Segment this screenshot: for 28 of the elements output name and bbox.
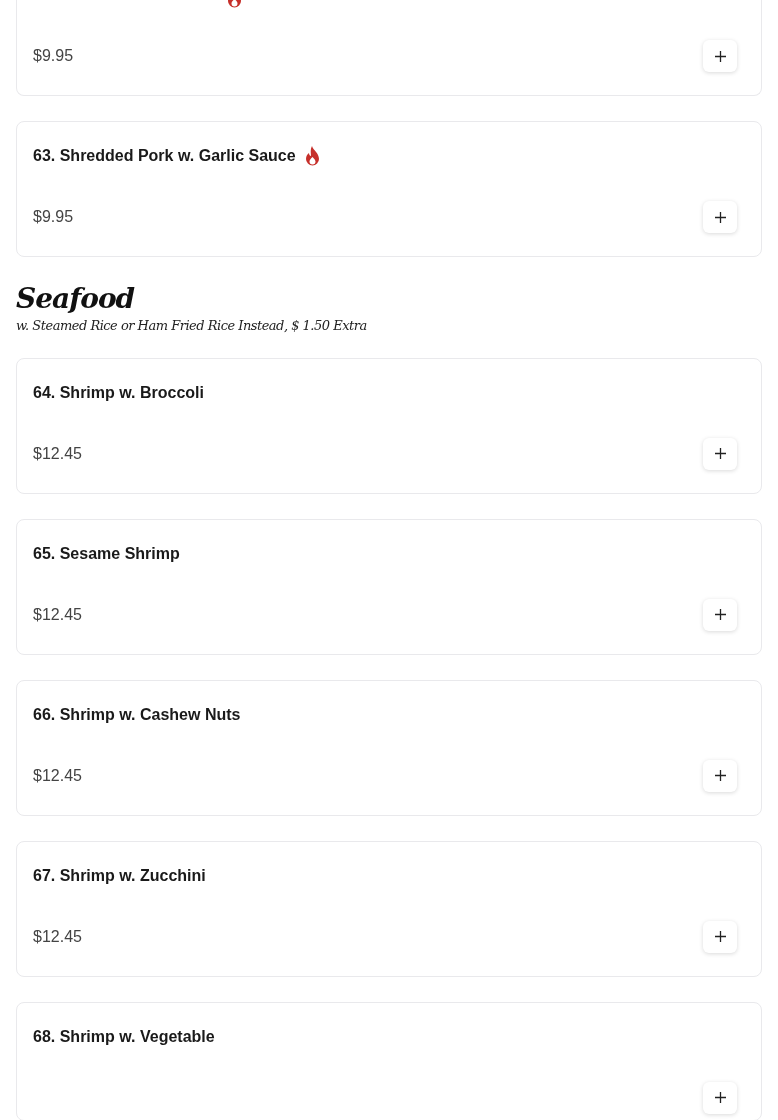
plus-icon xyxy=(714,448,726,459)
section-heading: Seafood xyxy=(16,282,136,316)
add-button[interactable] xyxy=(703,437,737,470)
item-name: 64. Shrimp w. Broccoli xyxy=(33,382,204,403)
item-price: $12.45 xyxy=(33,604,82,625)
add-button[interactable] xyxy=(703,920,737,953)
item-name: 67. Shrimp w. Zucchini xyxy=(33,865,206,886)
add-button[interactable] xyxy=(703,201,737,233)
plus-icon xyxy=(714,1092,726,1103)
item-price: $12.45 xyxy=(33,926,82,947)
item-name: 63. Shredded Pork w. Garlic Sauce xyxy=(33,146,296,166)
add-button[interactable] xyxy=(703,1081,737,1114)
plus-icon xyxy=(714,931,726,942)
plus-icon xyxy=(714,770,726,781)
section-subtitle: w. Steamed Rice or Ham Fried Rice Instead, $ 1.50 Extra xyxy=(16,317,368,335)
item-name: 66. Shrimp w. Cashew Nuts xyxy=(33,704,241,725)
item-name: 65. Sesame Shrimp xyxy=(33,543,180,564)
item-price: $9.95 xyxy=(33,207,74,227)
add-button[interactable] xyxy=(703,598,737,631)
plus-icon xyxy=(714,211,726,223)
item-name: 68. Shrimp w. Vegetable xyxy=(33,1026,215,1047)
plus-icon xyxy=(714,50,726,62)
item-price: $9.95 xyxy=(33,46,74,66)
item-price: $12.45 xyxy=(33,765,82,786)
plus-icon xyxy=(714,609,726,620)
item-price: $12.45 xyxy=(33,443,82,464)
add-button[interactable] xyxy=(703,759,737,792)
add-button[interactable] xyxy=(703,40,737,72)
